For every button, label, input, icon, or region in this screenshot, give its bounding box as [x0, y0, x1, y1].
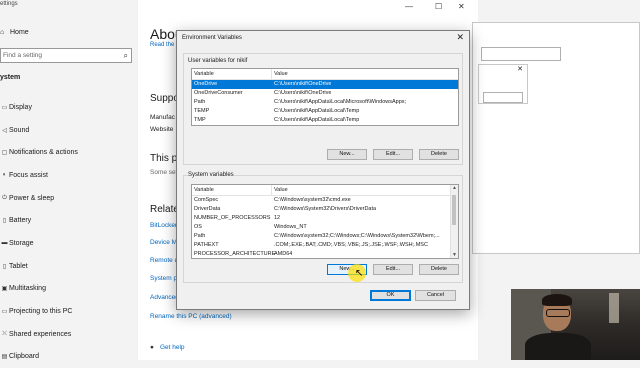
sidebar-item-multitasking[interactable]: ▣ Multitasking	[0, 278, 138, 301]
search-icon[interactable]: ⌕	[124, 51, 128, 61]
table-row[interactable]: PROCESSOR_ARCHITECTURE AMD64	[192, 250, 458, 258]
sidebar-section-title: ystem	[0, 74, 21, 81]
shared-experiences-icon: ⤬	[2, 330, 7, 337]
performance-options-field	[483, 92, 523, 103]
sidebar-item-storage[interactable]: ▬ Storage	[0, 232, 138, 255]
table-row[interactable]: PATHEXT .COM;.EXE;.BAT;.CMD;.VBS;.VBE;.JS…	[192, 241, 458, 250]
list-header: Variable Value	[192, 185, 458, 196]
sound-icon: ◁	[2, 127, 7, 134]
thispc-subtext: Some set	[150, 169, 178, 176]
table-row[interactable]: OS Windows_NT	[192, 223, 458, 232]
system-list-scrollbar[interactable]: ▲ ▼	[450, 185, 458, 258]
get-help-link[interactable]: ● Get help	[150, 344, 185, 351]
cancel-button[interactable]: Cancel	[415, 290, 456, 301]
user-new-button[interactable]: New...	[327, 149, 367, 160]
list-header: Variable Value	[192, 69, 458, 80]
sidebar-item-focus-assist[interactable]: ◐ Focus assist	[0, 164, 138, 187]
settings-window-title: ettings	[0, 1, 18, 7]
support-manufacturer: Manufac	[150, 114, 175, 121]
ok-button[interactable]: OK	[370, 290, 411, 301]
multitasking-icon: ▣	[1, 286, 8, 293]
search-input[interactable]: Find a setting ⌕	[0, 48, 132, 63]
maximize-icon[interactable]: ☐	[435, 2, 442, 11]
column-value[interactable]: Value	[272, 185, 288, 195]
system-variables-list[interactable]: Variable Value ComSpec C:\Windows\system3…	[191, 184, 459, 259]
sidebar-item-power[interactable]: ⏻ Power & sleep	[0, 187, 138, 210]
close-icon[interactable]: ✕	[517, 65, 523, 73]
user-variables-list[interactable]: Variable Value OneDrive C:\Users\nikif\On…	[191, 68, 459, 126]
sidebar-item-shared-experiences[interactable]: ⤬ Shared experiences	[0, 323, 138, 346]
table-row[interactable]: TEMP C:\Users\nikif\AppData\Local\Temp	[192, 107, 458, 116]
dialog-title: Environment Variables	[182, 35, 242, 41]
user-variables-label: User variables for nikif	[188, 58, 248, 64]
close-icon[interactable]: ✕	[456, 32, 464, 43]
sidebar-item-clipboard[interactable]: ▤ Clipboard	[0, 346, 138, 368]
sidebar-item-sound[interactable]: ◁ Sound	[0, 119, 138, 142]
user-edit-button[interactable]: Edit...	[373, 149, 413, 160]
help-icon: ●	[150, 344, 154, 351]
table-row[interactable]: Path C:\Users\nikif\AppData\Local\Microso…	[192, 98, 458, 107]
sidebar-item-battery[interactable]: ▯ Battery	[0, 209, 138, 232]
mouse-cursor-icon: ↖	[355, 268, 364, 279]
notifications-icon: ▢	[1, 150, 8, 157]
scroll-up-icon[interactable]: ▲	[452, 185, 457, 191]
performance-options-window: ✕	[478, 64, 528, 104]
webcam-overlay	[511, 289, 640, 360]
minimize-icon[interactable]: —	[405, 2, 413, 11]
display-icon: ▭	[1, 104, 8, 111]
table-row[interactable]: OneDriveConsumer C:\Users\nikif\OneDrive	[192, 89, 458, 98]
system-variables-label: System variables	[188, 172, 234, 178]
scroll-down-icon[interactable]: ▼	[452, 252, 457, 258]
sidebar-nav: ▭ Display ◁ Sound ▢ Notifications & actions…	[0, 96, 138, 368]
column-value[interactable]: Value	[272, 69, 288, 79]
system-edit-button[interactable]: Edit...	[373, 264, 413, 275]
settings-sidebar: ettings ⌂ Home Find a setting ⌕ ystem ▭ Di…	[0, 0, 138, 360]
sidebar-item-tablet[interactable]: ▯ Tablet	[0, 255, 138, 278]
table-row[interactable]: ComSpec C:\Windows\system32\cmd.exe	[192, 196, 458, 205]
battery-icon: ▯	[2, 218, 7, 225]
clipboard-icon: ▤	[1, 354, 8, 361]
user-delete-button[interactable]: Delete	[419, 149, 459, 160]
read-more-link[interactable]: Read the	[150, 42, 174, 48]
system-delete-button[interactable]: Delete	[419, 264, 459, 275]
related-link-device-manager[interactable]: Device M	[150, 239, 177, 246]
projecting-icon: ▭	[1, 309, 8, 316]
settings-close-icon[interactable]: ✕	[458, 2, 465, 11]
related-link-remote-desktop[interactable]: Remote d	[150, 257, 178, 264]
search-placeholder: Find a setting	[3, 52, 43, 59]
related-link-rename-pc[interactable]: Rename this PC (advanced)	[150, 313, 232, 320]
support-heading: Suppo	[150, 93, 179, 104]
table-row[interactable]: OneDrive C:\Users\nikif\OneDrive	[192, 80, 458, 89]
power-icon: ⏻	[2, 194, 7, 201]
storage-icon: ▬	[1, 240, 8, 247]
related-link-bitlocker[interactable]: BitLocker	[150, 222, 177, 229]
focus-assist-icon: ◐	[2, 172, 7, 179]
tablet-icon: ▯	[2, 263, 7, 270]
table-row[interactable]: TMP C:\Users\nikif\AppData\Local\Temp	[192, 116, 458, 125]
column-variable[interactable]: Variable	[192, 185, 272, 195]
table-row[interactable]: NUMBER_OF_PROCESSORS 12	[192, 214, 458, 223]
system-properties-window	[472, 22, 640, 254]
table-row[interactable]: Path C:\Windows\system32;C:\Windows;C:\Wi…	[192, 232, 458, 241]
sidebar-item-projecting[interactable]: ▭ Projecting to this PC	[0, 300, 138, 323]
system-properties-field	[481, 47, 561, 61]
scrollbar-thumb[interactable]	[452, 195, 456, 225]
environment-variables-dialog: Environment Variables ✕ User variables f…	[176, 30, 470, 310]
related-link-system-protection[interactable]: System p	[150, 275, 177, 282]
column-variable[interactable]: Variable	[192, 69, 272, 79]
sidebar-item-display[interactable]: ▭ Display	[0, 96, 138, 119]
sidebar-home[interactable]: ⌂ Home	[0, 29, 29, 36]
support-website: Website	[150, 126, 174, 133]
table-row[interactable]: DriverData C:\Windows\System32\Drivers\Dr…	[192, 205, 458, 214]
related-link-advanced[interactable]: Advanced	[150, 294, 179, 301]
home-label: Home	[10, 29, 29, 36]
related-heading: Relate	[150, 204, 179, 215]
home-icon: ⌂	[0, 29, 5, 36]
sidebar-item-notifications[interactable]: ▢ Notifications & actions	[0, 141, 138, 164]
